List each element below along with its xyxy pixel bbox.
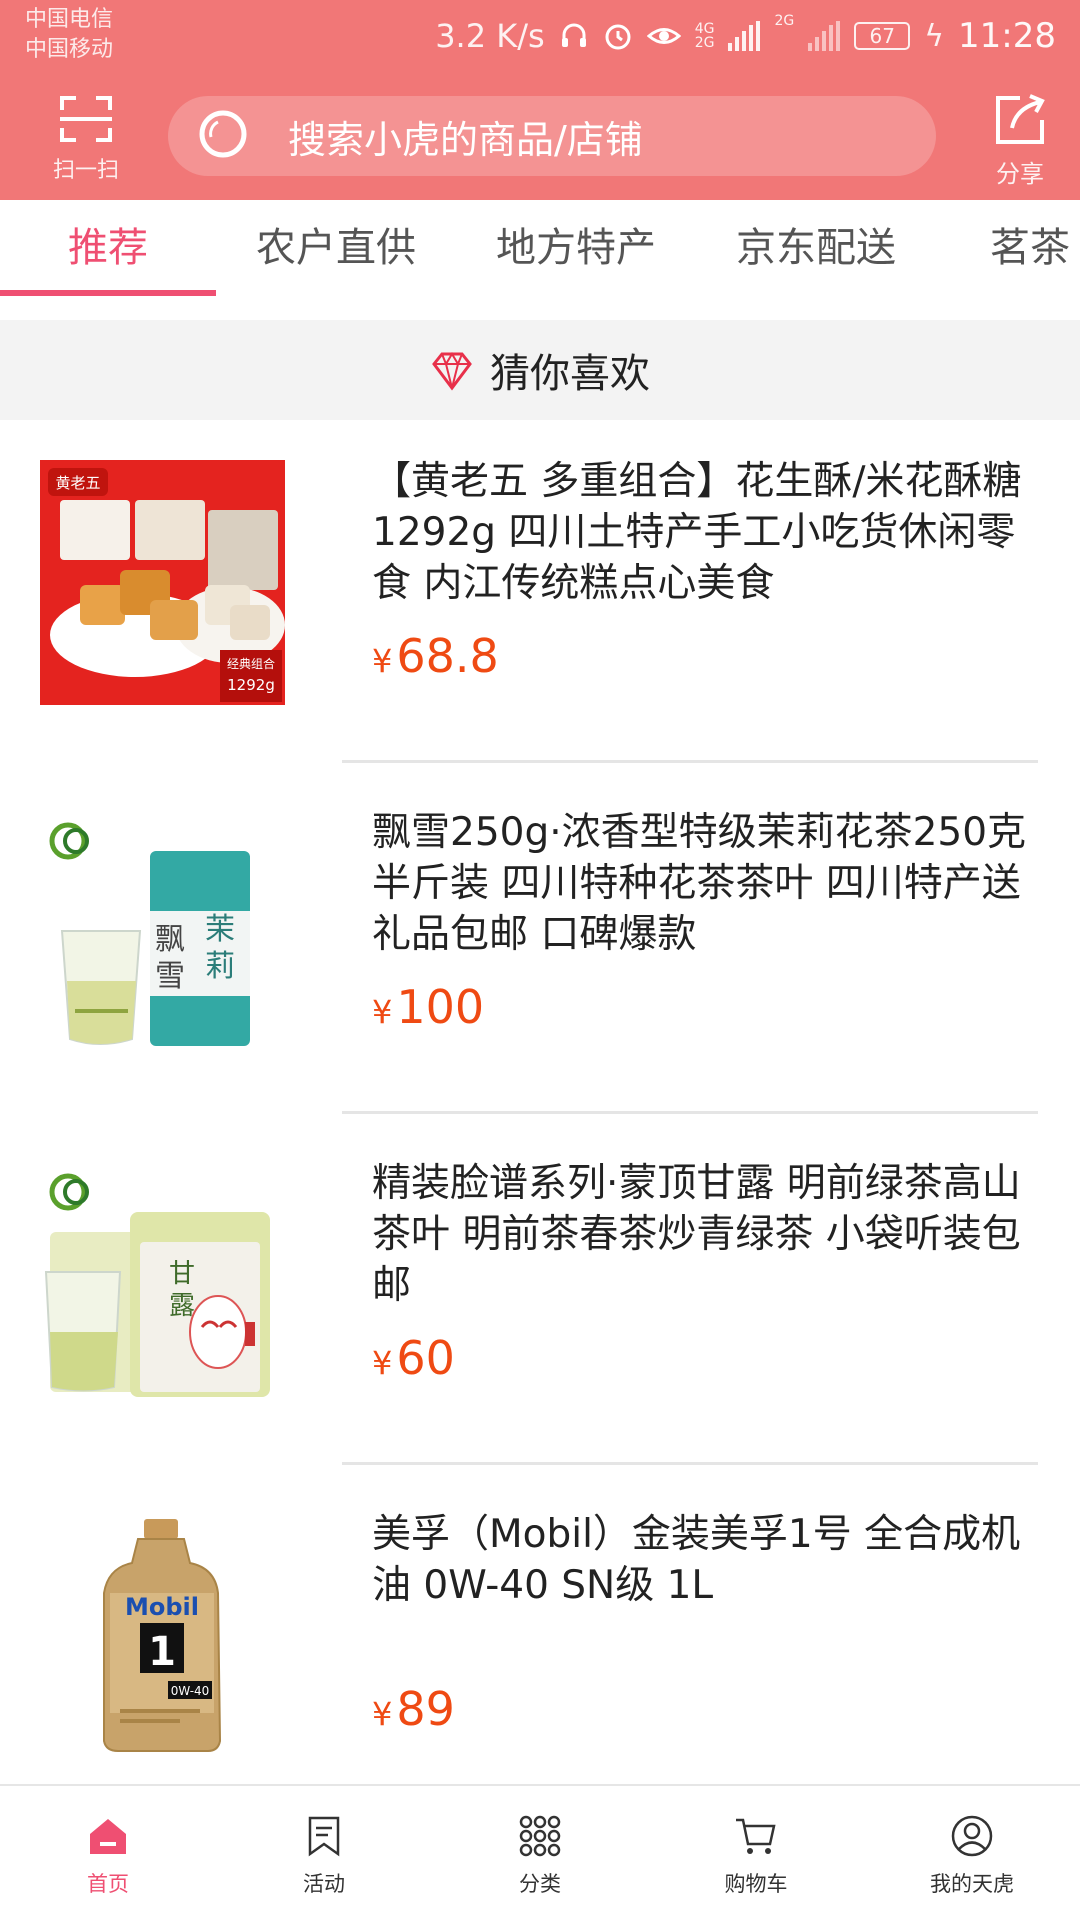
currency-symbol: ¥ bbox=[372, 642, 393, 680]
network-type-4g-2g: 4G 2G bbox=[695, 22, 715, 50]
image-text-lu: 露 bbox=[169, 1291, 195, 1321]
product-info: 飘雪250g·浓香型特级茉莉花茶250克半斤装 四川特种花茶茶叶 四川特产送礼品… bbox=[372, 807, 1040, 1034]
product-image-green-tea: 甘 露 bbox=[40, 1162, 285, 1407]
product-price: ¥89 bbox=[372, 1682, 1040, 1736]
item-divider bbox=[342, 1462, 1038, 1465]
item-divider bbox=[342, 760, 1038, 763]
carrier-2: 中国移动 bbox=[25, 37, 114, 62]
image-text-one: 1 bbox=[148, 1629, 176, 1675]
product-image-mobil-oil: Mobil 1 0W-40 bbox=[40, 1513, 285, 1758]
image-weight-text: 1292g bbox=[227, 676, 275, 694]
scan-icon bbox=[60, 96, 112, 142]
scan-label: 扫一扫 bbox=[52, 158, 119, 183]
nav-activity[interactable]: 活动 bbox=[216, 1786, 432, 1922]
bottom-nav: 首页 活动 分类 购物车 我的天虎 bbox=[0, 1784, 1080, 1920]
image-brand-text: 黄老五 bbox=[55, 474, 100, 492]
image-text-mobil: Mobil bbox=[125, 1593, 199, 1621]
nav-category[interactable]: 分类 bbox=[432, 1786, 648, 1922]
status-indicators: 3.2 K/s 4G 2G 2G 67 ϟ 11:28 bbox=[435, 14, 1056, 58]
home-icon bbox=[90, 1819, 126, 1854]
image-text-gan: 甘 bbox=[169, 1259, 195, 1289]
grid-icon bbox=[519, 1815, 561, 1857]
product-name: 【黄老五 多重组合】花生酥/米花酥糖1292g 四川土特产手工小吃货休闲零食 内… bbox=[372, 459, 1022, 606]
tab-jd-delivery[interactable]: 京东配送 bbox=[696, 200, 936, 296]
product-price: ¥68.8 bbox=[372, 629, 1040, 683]
currency-symbol: ¥ bbox=[372, 993, 393, 1031]
section-title: 猜你喜欢 bbox=[490, 351, 650, 397]
nav-cart[interactable]: 购物车 bbox=[648, 1786, 864, 1922]
share-label: 分享 bbox=[996, 160, 1044, 188]
network-2g-label: 2G bbox=[694, 35, 715, 51]
image-combo-text: 经典组合 bbox=[227, 656, 275, 671]
price-amount: 89 bbox=[396, 1682, 455, 1736]
image-text-mo: 茉 bbox=[205, 912, 235, 947]
item-divider bbox=[342, 1111, 1038, 1114]
image-text-viscosity: 0W-40 bbox=[171, 1684, 210, 1698]
nav-activity-label: 活动 bbox=[303, 1872, 345, 1896]
search-placeholder: 搜索小虎的商品/店铺 bbox=[288, 117, 643, 162]
profile-icon bbox=[951, 1815, 993, 1857]
net-speed: 3.2 K/s bbox=[435, 17, 545, 55]
product-list: 黄老五 经典组合 1292g 【黄老五 多重组合】花生酥/米花酥糖1292g 四… bbox=[0, 420, 1080, 1824]
product-info: 精装脸谱系列·蒙顶甘露 明前绿茶高山茶叶 明前茶春茶炒青绿茶 小袋听装包邮 ¥6… bbox=[372, 1158, 1040, 1385]
product-image-jasmine-tea: 飘 雪 茉 莉 bbox=[40, 811, 285, 1056]
signal-strength-2-icon bbox=[808, 21, 841, 51]
charging-icon: ϟ bbox=[924, 18, 945, 54]
image-text-xue: 雪 bbox=[155, 959, 185, 994]
alarm-icon bbox=[605, 24, 631, 50]
bookmark-icon bbox=[308, 1816, 340, 1857]
product-item[interactable]: Mobil 1 0W-40 美孚（Mobil）金装美孚1号 全合成机油 0W-4… bbox=[0, 1473, 1080, 1824]
image-text-piao: 飘 bbox=[155, 922, 185, 957]
currency-symbol: ¥ bbox=[372, 1344, 393, 1382]
product-item[interactable]: 甘 露 精装脸谱系列·蒙顶甘露 明前绿茶高山茶叶 明前茶春茶炒青绿茶 小袋听装包… bbox=[0, 1122, 1080, 1473]
nav-home[interactable]: 首页 bbox=[0, 1786, 216, 1922]
section-header: 猜你喜欢 bbox=[0, 320, 1080, 420]
nav-category-label: 分类 bbox=[519, 1872, 561, 1896]
product-name: 飘雪250g·浓香型特级茉莉花茶250克半斤装 四川特种花茶茶叶 四川特产送礼品… bbox=[372, 810, 1027, 957]
product-item[interactable]: 飘 雪 茉 莉 飘雪250g·浓香型特级茉莉花茶250克半斤装 四川特种花茶茶叶… bbox=[0, 771, 1080, 1122]
cart-icon bbox=[736, 1818, 776, 1854]
product-item[interactable]: 黄老五 经典组合 1292g 【黄老五 多重组合】花生酥/米花酥糖1292g 四… bbox=[0, 420, 1080, 771]
nav-home-label: 首页 bbox=[87, 1872, 129, 1896]
network-2g-label-2: 2G bbox=[774, 13, 795, 29]
tab-recommend[interactable]: 推荐 bbox=[0, 200, 216, 296]
carrier-1: 中国电信 bbox=[25, 7, 114, 32]
headset-icon bbox=[561, 23, 586, 47]
price-amount: 60 bbox=[396, 1331, 455, 1385]
product-info: 美孚（Mobil）金装美孚1号 全合成机油 0W-40 SN级 1L ¥89 bbox=[372, 1509, 1040, 1736]
eye-icon bbox=[646, 28, 681, 44]
nav-profile[interactable]: 我的天虎 bbox=[864, 1786, 1080, 1922]
nav-profile-label: 我的天虎 bbox=[930, 1872, 1014, 1896]
network-4g-label: 4G bbox=[694, 21, 715, 37]
active-tab-indicator bbox=[0, 290, 216, 296]
diamond-icon bbox=[432, 352, 472, 391]
currency-symbol: ¥ bbox=[372, 1695, 393, 1733]
product-name: 美孚（Mobil）金装美孚1号 全合成机油 0W-40 SN级 1L bbox=[372, 1512, 1021, 1608]
signal-strength-1-icon bbox=[728, 21, 761, 51]
scan-button[interactable]: 扫一扫 bbox=[38, 94, 134, 183]
battery-indicator: 67 bbox=[854, 22, 911, 50]
carrier-info: 中国电信 中国移动 bbox=[25, 5, 113, 65]
tab-tea[interactable]: 茗茶 bbox=[990, 200, 1080, 296]
product-price: ¥100 bbox=[372, 980, 1040, 1034]
product-info: 【黄老五 多重组合】花生酥/米花酥糖1292g 四川土特产手工小吃货休闲零食 内… bbox=[372, 456, 1040, 683]
search-icon bbox=[199, 110, 247, 158]
nav-cart-label: 购物车 bbox=[724, 1872, 788, 1896]
price-amount: 68.8 bbox=[396, 629, 499, 683]
app-header: 中国电信 中国移动 3.2 K/s 4G 2G 2G 67 ϟ 11:28 扫一… bbox=[0, 0, 1080, 200]
product-image-peanut-candy: 黄老五 经典组合 1292g bbox=[40, 460, 285, 705]
product-price: ¥60 bbox=[372, 1331, 1040, 1385]
share-button[interactable]: 分享 bbox=[982, 90, 1058, 188]
category-tabs: 推荐 农户直供 地方特产 京东配送 茗茶 bbox=[0, 200, 1080, 296]
tab-local-specialty[interactable]: 地方特产 bbox=[456, 200, 696, 296]
image-text-li: 莉 bbox=[205, 949, 235, 984]
status-time: 11:28 bbox=[958, 16, 1056, 56]
tab-farm-direct[interactable]: 农户直供 bbox=[216, 200, 456, 296]
search-input[interactable]: 搜索小虎的商品/店铺 bbox=[168, 96, 936, 176]
price-amount: 100 bbox=[396, 980, 485, 1034]
share-icon bbox=[996, 94, 1045, 144]
product-name: 精装脸谱系列·蒙顶甘露 明前绿茶高山茶叶 明前茶春茶炒青绿茶 小袋听装包邮 bbox=[372, 1161, 1021, 1308]
status-bar: 中国电信 中国移动 3.2 K/s 4G 2G 2G 67 ϟ 11:28 bbox=[0, 0, 1080, 70]
